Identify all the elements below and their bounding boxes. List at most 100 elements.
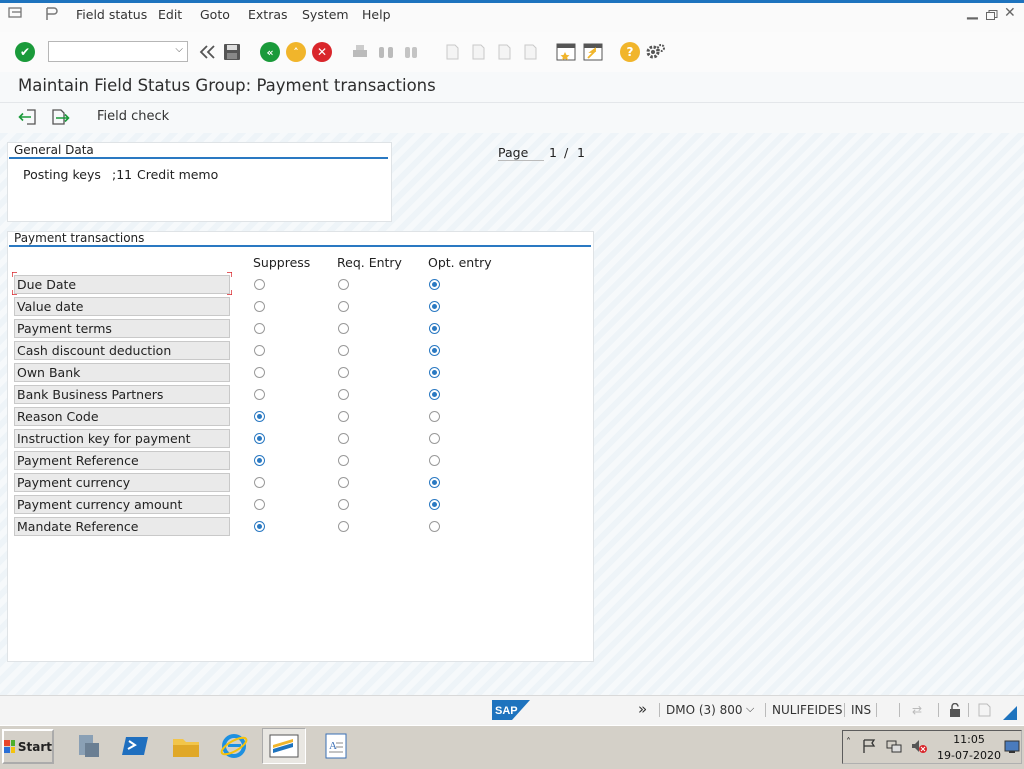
menu-field-status[interactable]: Field status [76, 7, 147, 22]
opt-entry-radio[interactable] [429, 323, 440, 334]
suppress-radio[interactable] [254, 433, 265, 444]
payment-transactions-heading: Payment transactions [14, 231, 145, 245]
close-window-icon[interactable]: ✕ [1004, 5, 1016, 21]
menu-system[interactable]: System [302, 7, 349, 22]
opt-entry-radio[interactable] [429, 345, 440, 356]
suppress-radio[interactable] [254, 521, 265, 532]
opt-entry-radio[interactable] [429, 367, 440, 378]
chevron-down-icon[interactable]: ⌵ [175, 44, 183, 55]
previous-screen-button[interactable] [18, 108, 38, 126]
last-page-button[interactable] [518, 40, 542, 64]
save-button[interactable] [220, 40, 244, 64]
network-icon[interactable] [886, 738, 902, 754]
opt-entry-radio[interactable] [429, 411, 440, 422]
posting-keys-description: Credit memo [137, 167, 219, 182]
volume-muted-icon[interactable] [910, 738, 928, 754]
opt-entry-radio[interactable] [429, 499, 440, 510]
field-check-button[interactable]: Field check [97, 109, 169, 124]
req-entry-radio[interactable] [338, 301, 349, 312]
flag-icon[interactable] [861, 738, 877, 754]
general-data-divider [9, 157, 388, 159]
suppress-radio[interactable] [254, 499, 265, 510]
opt-entry-radio[interactable] [429, 301, 440, 312]
menu-help[interactable]: Help [362, 7, 391, 22]
taskbar-server-manager[interactable] [66, 728, 110, 764]
opt-entry-radio[interactable] [429, 279, 440, 290]
previous-page-button[interactable] [466, 40, 490, 64]
next-page-button[interactable] [492, 40, 516, 64]
collapse-command-button[interactable] [195, 40, 219, 64]
create-shortcut-button[interactable] [581, 40, 605, 64]
suppress-radio[interactable] [254, 367, 265, 378]
req-entry-radio[interactable] [338, 433, 349, 444]
req-entry-radio[interactable] [338, 477, 349, 488]
menu-extras[interactable]: Extras [248, 7, 288, 22]
menu-icon[interactable] [8, 6, 24, 20]
general-data-heading: General Data [14, 143, 94, 157]
clock-date[interactable]: 19-07-2020 [936, 749, 1002, 762]
internet-explorer-icon [220, 734, 248, 758]
suppress-radio[interactable] [254, 301, 265, 312]
suppress-radio[interactable] [254, 279, 265, 290]
opt-entry-radio[interactable] [429, 477, 440, 488]
tray-expand-icon[interactable]: ˄ [846, 737, 851, 748]
enter-button[interactable]: ✔ [13, 40, 37, 64]
print-button[interactable] [348, 40, 372, 64]
exit-icon: ˄ [286, 42, 306, 62]
suppress-radio[interactable] [254, 455, 265, 466]
resize-grip-icon[interactable] [1003, 706, 1017, 720]
settings-button[interactable] [644, 40, 668, 64]
taskbar-internet-explorer[interactable] [212, 728, 256, 764]
req-entry-radio[interactable] [338, 367, 349, 378]
opt-entry-radio[interactable] [429, 455, 440, 466]
opt-entry-radio[interactable] [429, 433, 440, 444]
focus-frame [11, 271, 233, 296]
minimize-icon[interactable]: ▁ [967, 4, 978, 20]
insert-mode[interactable]: INS [851, 703, 871, 717]
create-session-button[interactable] [554, 40, 578, 64]
menu-goto[interactable]: Goto [200, 7, 230, 22]
find-next-button[interactable] [400, 40, 424, 64]
help-button[interactable]: ? [618, 40, 642, 64]
back-button[interactable]: « [258, 40, 282, 64]
suppress-radio[interactable] [254, 389, 265, 400]
cancel-button[interactable]: ✕ [310, 40, 334, 64]
taskbar-explorer[interactable] [164, 728, 208, 764]
opt-entry-radio[interactable] [429, 389, 440, 400]
opt-entry-radio[interactable] [429, 521, 440, 532]
system-dropdown-icon[interactable]: ⌵ [746, 702, 754, 716]
system-info[interactable]: DMO (3) 800 [666, 703, 743, 717]
suppress-radio[interactable] [254, 477, 265, 488]
suppress-radio[interactable] [254, 345, 265, 356]
clock-time[interactable]: 11:05 [936, 733, 1002, 746]
req-entry-radio[interactable] [338, 499, 349, 510]
taskbar-powershell[interactable] [114, 728, 158, 764]
exit-button[interactable]: ˄ [284, 40, 308, 64]
lock-icon[interactable] [948, 702, 962, 717]
start-button[interactable]: Start [2, 729, 54, 764]
first-page-button[interactable] [440, 40, 464, 64]
show-desktop-icon[interactable] [1004, 740, 1020, 754]
req-entry-radio[interactable] [338, 345, 349, 356]
menu-edit[interactable]: Edit [158, 7, 182, 22]
taskbar-sap-gui[interactable] [262, 728, 306, 764]
req-entry-radio[interactable] [338, 411, 349, 422]
gear-icon [646, 44, 665, 59]
field-label: Payment terms [14, 319, 230, 338]
suppress-radio[interactable] [254, 323, 265, 334]
suppress-radio[interactable] [254, 411, 265, 422]
next-screen-button[interactable] [50, 108, 70, 126]
req-entry-radio[interactable] [338, 521, 349, 532]
status-expand-icon[interactable]: » [638, 700, 647, 718]
req-entry-radio[interactable] [338, 323, 349, 334]
restore-icon[interactable] [986, 9, 998, 20]
command-field[interactable]: ⌵ [48, 41, 188, 62]
last-page-icon [524, 44, 537, 60]
req-entry-radio[interactable] [338, 279, 349, 290]
find-button[interactable] [374, 40, 398, 64]
taskbar-wordpad[interactable]: A [314, 728, 358, 764]
req-entry-radio[interactable] [338, 455, 349, 466]
sap-gui-icon [269, 734, 299, 758]
customize-layout-icon[interactable] [44, 6, 60, 22]
req-entry-radio[interactable] [338, 389, 349, 400]
